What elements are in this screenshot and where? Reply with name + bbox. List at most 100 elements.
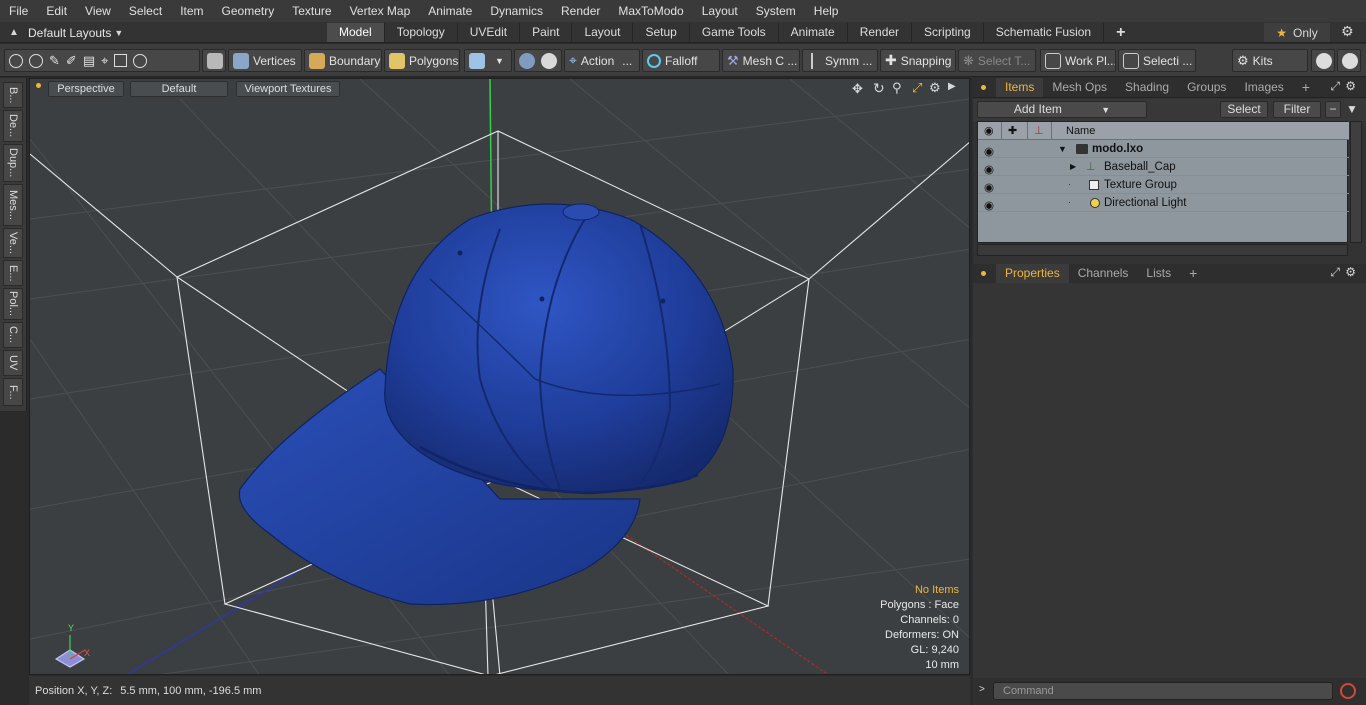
viewport-textures-button[interactable]: Viewport Textures	[236, 81, 340, 97]
action-center-button[interactable]: ⌖ Action...	[564, 49, 640, 72]
item-mode-button[interactable]	[202, 49, 226, 72]
work-plane-button[interactable]: Work Pl...	[1040, 49, 1116, 72]
view-perspective-button[interactable]: Perspective	[48, 81, 124, 97]
tab-channels[interactable]: Channels	[1069, 264, 1138, 283]
menu-select[interactable]: Select	[120, 0, 171, 22]
menu-system[interactable]: System	[747, 0, 805, 22]
selection-sets-button[interactable]: Selecti ...	[1118, 49, 1196, 72]
expand-arrow-icon[interactable]: ▼	[1058, 140, 1067, 158]
unity-button[interactable]	[1311, 49, 1335, 72]
pen-icon[interactable]: ✎	[49, 53, 60, 69]
items-list-hscroll[interactable]	[977, 244, 1348, 256]
tab-scripting[interactable]: Scripting	[912, 23, 984, 42]
pan-icon[interactable]: ✥	[852, 81, 863, 97]
expand-arrow-icon[interactable]: ▶	[1070, 158, 1076, 176]
left-tab-basic[interactable]: B...	[3, 82, 23, 108]
menu-help[interactable]: Help	[805, 0, 848, 22]
tab-topology[interactable]: Topology	[385, 23, 458, 42]
panel-gear-icon[interactable]: ⚙	[1345, 265, 1356, 279]
vertices-button[interactable]: Vertices	[228, 49, 302, 72]
expand-panel-icon[interactable]: ⤢	[1330, 79, 1340, 94]
mesh-constraint-button[interactable]: ⚒ Mesh C ...	[722, 49, 800, 72]
symmetry-button[interactable]: Symm ...	[802, 49, 878, 72]
tab-properties[interactable]: Properties	[996, 264, 1069, 283]
list-item[interactable]: ◉ ▶ ⊥ Baseball_Cap	[978, 158, 1349, 176]
menu-texture[interactable]: Texture	[283, 0, 340, 22]
tab-render[interactable]: Render	[848, 23, 913, 42]
shading-default-button[interactable]: Default	[130, 81, 228, 97]
tab-shading[interactable]: Shading	[1116, 78, 1178, 97]
tab-mesh-ops[interactable]: Mesh Ops	[1043, 78, 1116, 97]
tab-model[interactable]: Model	[327, 23, 385, 42]
name-column-header[interactable]: Name	[1052, 122, 1349, 140]
add-panel-tab-icon[interactable]: +	[1293, 78, 1319, 97]
left-tab-vertex[interactable]: Ve...	[3, 228, 23, 258]
menu-layout[interactable]: Layout	[693, 0, 747, 22]
soccer-ball-icon[interactable]	[541, 52, 557, 69]
menu-animate[interactable]: Animate	[419, 0, 481, 22]
add-tab-icon[interactable]: +	[1104, 23, 1137, 42]
boundary-button[interactable]: Boundary	[304, 49, 382, 72]
polygons-button[interactable]: Polygons	[384, 49, 460, 72]
tab-lists[interactable]: Lists	[1137, 264, 1180, 283]
eye-icon[interactable]: ◉	[984, 161, 996, 176]
add-panel-tab-icon[interactable]: +	[1180, 264, 1206, 283]
globe-icon[interactable]	[29, 53, 43, 68]
viewport-gear-icon[interactable]: ⚙	[929, 80, 941, 96]
tab-uvedit[interactable]: UVEdit	[458, 23, 521, 42]
add-item-button[interactable]: Add Item ▼	[977, 101, 1147, 118]
material-mode-button[interactable]: ▼	[464, 49, 512, 72]
3d-viewport[interactable]: Y X Perspective Default Viewport Texture…	[29, 78, 970, 675]
stack-icon[interactable]: ▤	[83, 53, 95, 69]
list-item[interactable]: ◉ · Directional Light	[978, 194, 1349, 212]
left-tab-polygon[interactable]: Pol...	[3, 288, 23, 320]
tab-game-tools[interactable]: Game Tools	[690, 23, 779, 42]
select-through-button[interactable]: ❋ Select T...	[958, 49, 1036, 72]
gear-icon[interactable]: ⚙	[1341, 23, 1354, 40]
tab-groups[interactable]: Groups	[1178, 78, 1235, 97]
record-icon[interactable]	[1340, 683, 1356, 699]
tab-items[interactable]: Items	[996, 78, 1044, 97]
items-list-scrollbar[interactable]	[1350, 121, 1362, 243]
command-arrow-icon[interactable]: >	[979, 684, 985, 695]
only-button[interactable]: ★ Only	[1264, 23, 1330, 42]
left-tab-duplicate[interactable]: Dup...	[3, 144, 23, 182]
tab-images[interactable]: Images	[1235, 78, 1292, 97]
fit-view-icon[interactable]: ⤢	[912, 80, 922, 96]
brush-icon[interactable]: ✐	[66, 53, 77, 69]
viewport-expand-icon[interactable]: ▶	[948, 81, 956, 92]
menu-edit[interactable]: Edit	[37, 0, 76, 22]
tab-paint[interactable]: Paint	[520, 23, 573, 42]
left-tab-uv[interactable]: UV	[3, 350, 23, 376]
tab-animate[interactable]: Animate	[779, 23, 848, 42]
falloff-button[interactable]: Falloff	[642, 49, 720, 72]
layout-dropdown[interactable]: ▲ Default Layouts ▼	[0, 22, 140, 43]
panel-dot-icon[interactable]	[981, 271, 986, 276]
lock-column-header[interactable]: ✚	[1002, 122, 1028, 140]
left-tab-fusion[interactable]: F...	[3, 378, 23, 406]
menu-dynamics[interactable]: Dynamics	[481, 0, 552, 22]
viewport-scene[interactable]	[30, 79, 970, 675]
eye-icon[interactable]: ◉	[984, 197, 996, 212]
collapse-icon[interactable]: −	[1325, 101, 1341, 118]
zoom-icon[interactable]: ⚲	[892, 80, 902, 96]
type-column-header[interactable]: ⊥	[1028, 122, 1052, 140]
panel-gear-icon[interactable]: ⚙	[1345, 79, 1356, 93]
menu-maxtomodo[interactable]: MaxToModo	[609, 0, 692, 22]
shield-icon[interactable]	[519, 52, 535, 69]
left-tab-edge[interactable]: E...	[3, 260, 23, 286]
circle-select-icon[interactable]	[9, 53, 23, 68]
list-item[interactable]: ◉ ▼ modo.lxo	[978, 140, 1349, 158]
eye-icon[interactable]: ◉	[984, 179, 996, 194]
tab-layout[interactable]: Layout	[572, 23, 634, 42]
orbit-icon[interactable]: ↻	[873, 80, 885, 97]
rotate-icon[interactable]	[133, 53, 148, 68]
baseball-cap-mesh[interactable]	[238, 203, 734, 606]
command-input[interactable]: Command	[993, 682, 1333, 700]
menu-vertex-map[interactable]: Vertex Map	[341, 0, 420, 22]
expand-panel-icon[interactable]: ⤢	[1330, 265, 1340, 280]
menu-item[interactable]: Item	[171, 0, 212, 22]
menu-render[interactable]: Render	[552, 0, 609, 22]
unreal-button[interactable]	[1337, 49, 1361, 72]
menu-view[interactable]: View	[76, 0, 120, 22]
